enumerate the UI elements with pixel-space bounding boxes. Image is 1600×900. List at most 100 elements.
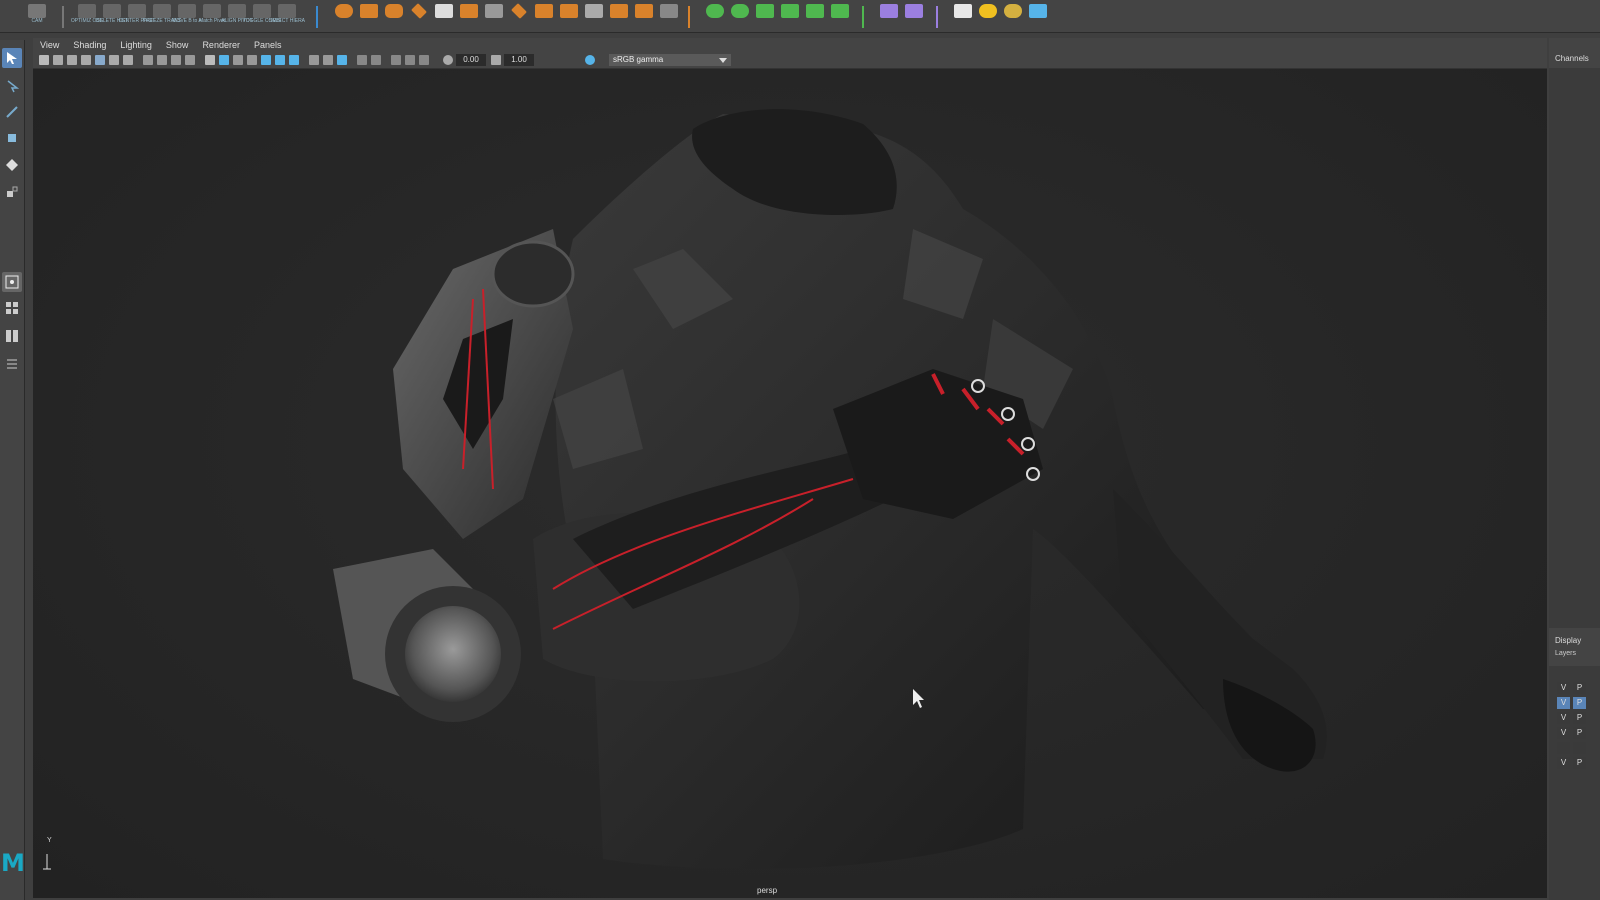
shelf-delete-history-button[interactable]: DELETE HIST (96, 4, 128, 28)
bevel-button[interactable] (558, 4, 580, 28)
exposure-field[interactable]: 0.00 (456, 54, 486, 66)
merge-button[interactable] (583, 4, 605, 28)
poly-sphere-button[interactable] (333, 4, 355, 28)
select-tool-icon[interactable] (2, 48, 22, 68)
menu-shading[interactable]: Shading (66, 38, 113, 52)
display-tab[interactable]: Display (1555, 636, 1581, 645)
ambient-occlusion-icon[interactable] (289, 55, 299, 65)
camera-attr-icon[interactable] (53, 55, 63, 65)
paint-select-tool-icon[interactable] (2, 102, 22, 122)
menu-view[interactable]: View (33, 38, 66, 52)
bridge-button[interactable] (533, 4, 555, 28)
gamma-icon[interactable] (491, 55, 501, 65)
3d-viewport[interactable]: Y persp (33, 69, 1547, 898)
color-management-icon[interactable] (585, 55, 595, 65)
shelf-move-button[interactable]: MOVE B to A (172, 4, 202, 28)
fill-hole-button[interactable] (608, 4, 630, 28)
grid-toggle-icon[interactable] (95, 55, 105, 65)
layer-row[interactable]: VP (1557, 682, 1586, 694)
safe-title-icon[interactable] (185, 55, 195, 65)
layout-single-icon[interactable] (2, 272, 22, 292)
wireframe-on-shaded-icon[interactable] (233, 55, 243, 65)
poly-cylinder-button[interactable] (383, 4, 405, 28)
gate-mask-icon[interactable] (143, 55, 153, 65)
camera-pan-icon[interactable] (419, 55, 429, 65)
anti-aliasing-icon[interactable] (323, 55, 333, 65)
isolate-button[interactable] (729, 4, 751, 28)
measure-button[interactable] (658, 4, 680, 28)
sculpt-button[interactable] (704, 4, 726, 28)
brush-button[interactable] (1027, 4, 1049, 28)
extrude-button[interactable] (508, 3, 530, 28)
lights-icon[interactable] (261, 55, 271, 65)
light-button[interactable] (977, 4, 999, 28)
image-plane-icon[interactable] (81, 55, 91, 65)
resolution-gate-icon[interactable] (123, 55, 133, 65)
gamma-field[interactable]: 1.00 (504, 54, 534, 66)
color-space-select[interactable]: sRGB gamma (609, 54, 731, 66)
shelf-match-pivot-button[interactable]: Match Pivot (199, 4, 225, 28)
render-view-button[interactable] (952, 4, 974, 28)
playback-toggle[interactable] (1573, 742, 1586, 754)
layers-menu[interactable]: Layers (1555, 650, 1576, 657)
layer-row-selected[interactable]: VP (1557, 697, 1586, 709)
shelf-align-pivot-button[interactable]: ALIGN PIVOT (221, 4, 253, 28)
shelf-select-hierarchy-button[interactable]: SELECT HIERA (269, 4, 305, 28)
playback-toggle[interactable]: P (1573, 697, 1586, 709)
move-tool-icon[interactable] (2, 128, 22, 148)
menu-lighting[interactable]: Lighting (113, 38, 159, 52)
visibility-toggle[interactable]: V (1557, 712, 1570, 724)
shelf-optimize-button[interactable]: OPTIMIZ OSS (71, 4, 103, 28)
lasso-tool-icon[interactable] (2, 76, 22, 96)
smooth-shade-icon[interactable] (219, 55, 229, 65)
menu-renderer[interactable]: Renderer (195, 38, 247, 52)
textured-icon[interactable] (247, 55, 257, 65)
xray-components-icon[interactable] (405, 55, 415, 65)
bookmark-icon[interactable] (67, 55, 77, 65)
outliner-icon[interactable] (2, 354, 22, 374)
uv-checker-button[interactable] (754, 4, 776, 28)
combine-button[interactable] (433, 4, 455, 28)
camera-select-icon[interactable] (39, 55, 49, 65)
uv-editor-button[interactable] (779, 4, 801, 28)
scale-tool-icon[interactable] (2, 182, 22, 202)
poly-plane-button[interactable] (408, 3, 430, 28)
isolate-select-icon[interactable] (357, 55, 367, 65)
bend-button[interactable] (903, 4, 925, 28)
menu-show[interactable]: Show (159, 38, 196, 52)
safe-action-icon[interactable] (171, 55, 181, 65)
skydome-button[interactable] (1002, 4, 1024, 28)
layer-row[interactable]: VP (1557, 727, 1586, 739)
visibility-toggle[interactable]: V (1557, 727, 1570, 739)
depth-of-field-icon[interactable] (337, 55, 347, 65)
visibility-toggle[interactable] (1557, 742, 1570, 754)
uv-unfold-button[interactable] (829, 4, 851, 28)
layer-row[interactable]: VP (1557, 712, 1586, 724)
layer-row[interactable]: VP (1557, 757, 1586, 769)
shelf-toggle-combine-button[interactable]: TOGGLE COMBI (243, 4, 281, 28)
rotate-tool-icon[interactable] (2, 155, 22, 175)
playback-toggle[interactable]: P (1573, 682, 1586, 694)
append-button[interactable] (633, 4, 655, 28)
channels-tab[interactable]: Channels (1555, 54, 1589, 63)
lattice-button[interactable] (878, 4, 900, 28)
visibility-toggle[interactable]: V (1557, 682, 1570, 694)
field-chart-icon[interactable] (157, 55, 167, 65)
layer-row[interactable] (1557, 742, 1586, 754)
xray-icon[interactable] (371, 55, 381, 65)
uv-cut-button[interactable] (804, 4, 826, 28)
smooth-button[interactable] (483, 4, 505, 28)
exposure-icon[interactable] (443, 55, 453, 65)
playback-toggle[interactable]: P (1573, 712, 1586, 724)
playback-toggle[interactable]: P (1573, 757, 1586, 769)
shelf-cam-button[interactable]: CAM (26, 4, 48, 28)
shadows-icon[interactable] (275, 55, 285, 65)
visibility-toggle[interactable]: V (1557, 697, 1570, 709)
poly-cube-button[interactable] (358, 4, 380, 28)
layout-four-icon[interactable] (2, 298, 22, 318)
shelf-center-pivot-button[interactable]: CENTER PIVOT (119, 4, 155, 28)
motion-blur-icon[interactable] (309, 55, 319, 65)
film-gate-icon[interactable] (109, 55, 119, 65)
layout-two-icon[interactable] (2, 326, 22, 346)
shelf-freeze-button[interactable]: FREEZE TRANS (143, 4, 181, 28)
